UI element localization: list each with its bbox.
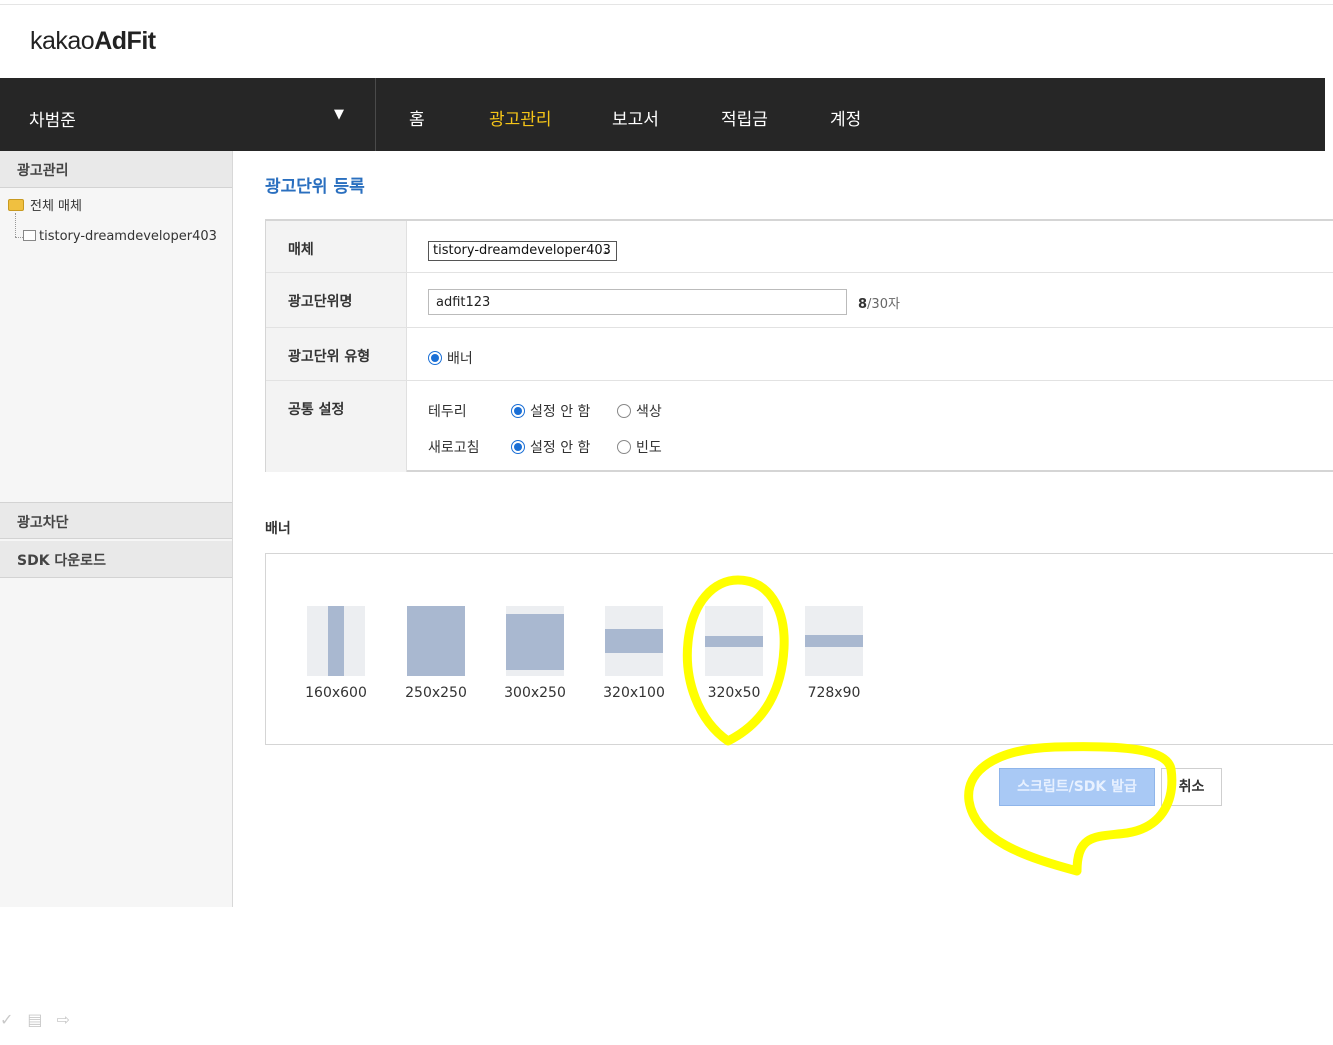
check-icon[interactable]: ✓ [0, 1010, 13, 1029]
banner-preview-thumbnail [805, 606, 863, 676]
common-settings-label: 공통 설정 [288, 402, 345, 418]
radio-unselected-icon [617, 404, 631, 418]
unit-name-input[interactable]: adfit123 [428, 289, 847, 315]
banner-shape [605, 629, 663, 653]
banner-option-160x600[interactable]: 160x600 [305, 606, 367, 701]
top-border-line [0, 4, 1333, 5]
banner-preview-thumbnail [605, 606, 663, 676]
banner-option-300x250[interactable]: 300x250 [504, 606, 566, 701]
unit-type-label: 광고단위 유형 [288, 349, 371, 365]
radio-unselected-icon [617, 440, 631, 454]
form-row-divider [266, 272, 1333, 273]
refresh-label: 새로고침 [428, 440, 480, 456]
media-label: 매체 [288, 242, 314, 258]
tree-connector-line [15, 213, 16, 237]
tree-child-label: tistory-dreamdeveloper403 [39, 229, 217, 244]
banner-shape [328, 606, 344, 676]
banner-preview-thumbnail [407, 606, 465, 676]
user-menu-dropdown[interactable]: 차범준 ▼ [0, 78, 376, 151]
cancel-button[interactable]: 취소 [1161, 768, 1222, 806]
refresh-none-radio[interactable]: 설정 안 함 [511, 437, 590, 457]
logo-suffix: AdFit [94, 27, 156, 55]
chevron-down-icon: ⌄ [601, 243, 612, 257]
banner-shape [506, 614, 564, 670]
media-select[interactable]: tistory-dreamdeveloper403 ⌄ [428, 241, 617, 261]
border-label: 테두리 [428, 404, 467, 420]
arrow-right-icon[interactable]: ⇨ [57, 1010, 70, 1029]
sidebar-section-sdk-download[interactable]: SDK 다운로드 [0, 541, 232, 578]
unit-type-banner-label: 배너 [447, 351, 473, 367]
logo-prefix: kakao [30, 27, 95, 55]
nav-item-ad-management[interactable]: 광고관리 [489, 105, 552, 130]
banner-shape [805, 635, 863, 647]
nav-item-home[interactable]: 홈 [409, 105, 425, 130]
tree-connector-branch [15, 237, 23, 238]
border-color-label: 색상 [636, 404, 662, 420]
banner-option-320x50[interactable]: 320x50 [705, 606, 763, 701]
sidebar-section-ad-block[interactable]: 광고차단 [0, 502, 232, 539]
banner-size-picker: 160x600 250x250 300x250 320x100 320x50 7… [265, 553, 1333, 745]
form-row-divider [266, 380, 1333, 381]
top-navbar: 차범준 ▼ 홈 광고관리 보고서 적립금 계정 [0, 78, 1325, 151]
radio-selected-icon [511, 404, 525, 418]
form-row-divider [266, 327, 1333, 328]
nav-item-reserve-fund[interactable]: 적립금 [721, 105, 768, 130]
bottom-toolbar: ✓ ▤ ⇨ [0, 1010, 70, 1029]
ad-unit-form: 매체 tistory-dreamdeveloper403 ⌄ 광고단위명 adf… [265, 219, 1333, 472]
page-title: 광고단위 등록 [265, 177, 365, 197]
char-count-max: /30자 [867, 297, 900, 312]
banner-preview-thumbnail [506, 606, 564, 676]
banner-size-label: 320x50 [707, 685, 761, 701]
banner-size-label: 300x250 [504, 685, 566, 701]
banner-section-title: 배너 [265, 521, 291, 537]
list-icon[interactable]: ▤ [27, 1010, 42, 1029]
banner-preview-thumbnail [307, 606, 365, 676]
refresh-none-label: 설정 안 함 [530, 440, 591, 456]
banner-size-label: 250x250 [405, 685, 467, 701]
banner-size-label: 320x100 [603, 685, 665, 701]
banner-shape [705, 636, 763, 647]
refresh-frequency-label: 빈도 [636, 440, 662, 456]
media-select-value: tistory-dreamdeveloper403 [433, 243, 611, 258]
tree-root-label: 전체 매체 [30, 199, 82, 214]
border-none-label: 설정 안 함 [530, 404, 591, 420]
kakao-adfit-logo[interactable]: kakaoAdFit [30, 27, 156, 56]
nav-item-account[interactable]: 계정 [830, 105, 861, 130]
open-folder-icon [8, 199, 24, 211]
radio-selected-icon [428, 351, 442, 365]
banner-size-label: 728x90 [807, 685, 861, 701]
banner-size-label: 160x600 [305, 685, 367, 701]
char-count-current: 8 [858, 297, 868, 312]
banner-shape [407, 606, 465, 676]
file-icon [23, 230, 36, 241]
user-name: 차범준 [29, 111, 76, 131]
dropdown-triangle-icon: ▼ [334, 107, 344, 122]
sidebar-section-ad-management[interactable]: 광고관리 [0, 151, 232, 188]
border-color-radio[interactable]: 색상 [617, 401, 662, 421]
unit-type-banner-radio[interactable]: 배너 [428, 348, 473, 368]
issue-script-sdk-button[interactable]: 스크립트/SDK 발급 [999, 768, 1155, 806]
unit-name-label: 광고단위명 [288, 294, 353, 310]
border-none-radio[interactable]: 설정 안 함 [511, 401, 590, 421]
tree-item-all-media[interactable]: 전체 매체 [8, 195, 82, 214]
refresh-frequency-radio[interactable]: 빈도 [617, 437, 662, 457]
banner-option-320x100[interactable]: 320x100 [603, 606, 665, 701]
banner-option-250x250[interactable]: 250x250 [405, 606, 467, 701]
nav-item-report[interactable]: 보고서 [612, 105, 659, 130]
banner-option-728x90[interactable]: 728x90 [805, 606, 863, 701]
tree-item-media[interactable]: tistory-dreamdeveloper403 [23, 229, 217, 244]
radio-selected-icon [511, 440, 525, 454]
char-counter: 8/30자 [858, 293, 900, 312]
highlight-loop-annotation [964, 742, 1177, 876]
sidebar: 광고관리 전체 매체 tistory-dreamdeveloper403 광고차… [0, 151, 233, 907]
banner-preview-thumbnail [705, 606, 763, 676]
